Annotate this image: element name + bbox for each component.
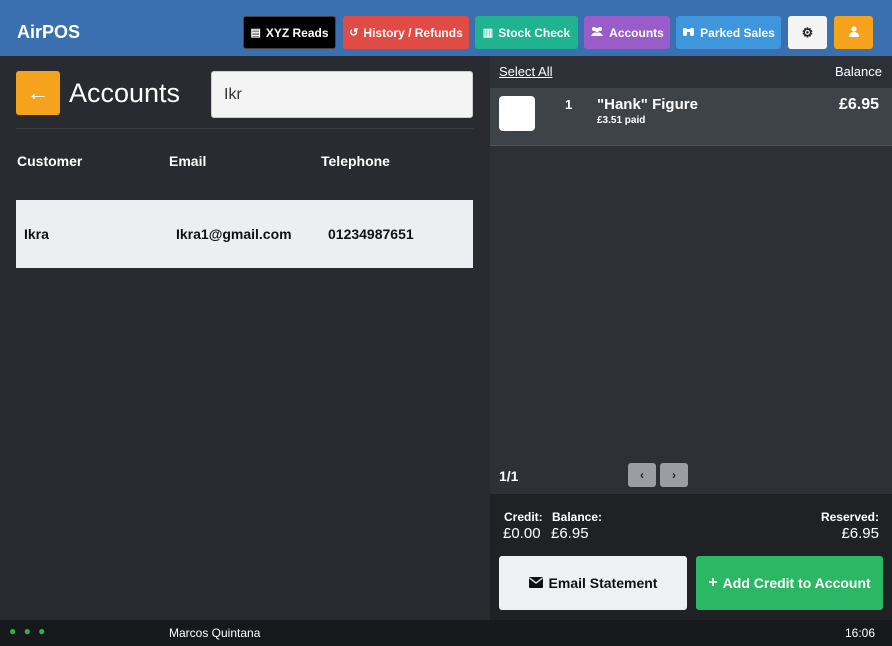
status-user: Marcos Quintana: [169, 626, 261, 640]
envelope-icon: [528, 575, 543, 591]
receipt-icon: ▤: [250, 27, 261, 39]
stock-check-label: Stock Check: [498, 25, 571, 40]
balance-header: Balance: [835, 64, 882, 79]
reserved-value: £6.95: [841, 525, 879, 542]
binoculars-icon: [682, 26, 695, 39]
telephone-cell: 01234987651: [328, 226, 414, 242]
user-button[interactable]: [834, 16, 873, 49]
item-checkbox[interactable]: [499, 96, 535, 131]
top-bar: AirPOS ▤ XYZ Reads ↺ History / Refunds ▥…: [0, 0, 892, 56]
chevron-left-icon: ‹: [640, 468, 644, 482]
select-all-link[interactable]: Select All: [499, 64, 552, 79]
reserved-label: Reserved:: [820, 510, 879, 524]
chevron-right-icon: ›: [672, 468, 676, 482]
plus-icon: +: [708, 574, 718, 591]
email-cell: Ikra1@gmail.com: [176, 226, 292, 242]
email-statement-label: Email Statement: [548, 575, 658, 591]
history-refunds-label: History / Refunds: [363, 25, 463, 40]
xyz-reads-button[interactable]: ▤ XYZ Reads: [243, 16, 336, 49]
gear-icon: ⚙: [801, 24, 814, 40]
column-header-customer: Customer: [17, 153, 83, 169]
history-icon: ↺: [349, 27, 359, 39]
credit-value: £0.00: [503, 525, 541, 542]
settings-button[interactable]: ⚙: [788, 16, 827, 49]
back-button[interactable]: ←: [16, 71, 60, 115]
item-quantity: 1: [565, 97, 573, 112]
item-paid: £3.51 paid: [597, 115, 646, 126]
parked-sales-label: Parked Sales: [700, 25, 775, 40]
app-title: AirPOS: [17, 22, 81, 42]
arrow-left-icon: ←: [27, 80, 49, 105]
add-credit-button[interactable]: + Add Credit to Account: [696, 556, 883, 610]
search-input[interactable]: [211, 71, 473, 118]
user-icon: [848, 25, 859, 40]
connection-status-icon: ● ● ●: [9, 624, 48, 638]
status-time: 16:06: [844, 626, 875, 640]
add-credit-label: Add Credit to Account: [722, 575, 871, 591]
customer-cell: Ikra: [24, 226, 49, 242]
stock-check-button[interactable]: ▥ Stock Check: [475, 16, 578, 49]
credit-label: Credit:: [504, 510, 543, 524]
prev-page-button[interactable]: ‹: [628, 463, 656, 487]
balance-label: Balance:: [552, 510, 603, 524]
column-header-email: Email: [169, 153, 207, 169]
barcode-icon: ▥: [482, 27, 494, 39]
xyz-reads-label: XYZ Reads: [265, 25, 329, 40]
item-name: "Hank" Figure: [597, 96, 698, 113]
accounts-button[interactable]: Accounts: [584, 16, 670, 49]
history-refunds-button[interactable]: ↺ History / Refunds: [343, 16, 469, 49]
divider: [16, 128, 473, 129]
page-indicator: 1/1: [499, 468, 519, 484]
item-price: £6.95: [838, 96, 879, 113]
accounts-label: Accounts: [609, 25, 664, 40]
table-row[interactable]: Ikra Ikra1@gmail.com 01234987651: [16, 200, 473, 268]
column-header-telephone: Telephone: [321, 153, 390, 169]
email-statement-button[interactable]: Email Statement: [499, 556, 687, 610]
page-title: Accounts: [69, 78, 181, 108]
status-bar: ● ● ● Marcos Quintana 16:06: [0, 620, 892, 646]
balance-value: £6.95: [551, 525, 589, 542]
list-item[interactable]: 1 "Hank" Figure £3.51 paid £6.95: [490, 88, 892, 146]
users-icon: [590, 26, 604, 39]
parked-sales-button[interactable]: Parked Sales: [676, 16, 781, 49]
next-page-button[interactable]: ›: [660, 463, 688, 487]
